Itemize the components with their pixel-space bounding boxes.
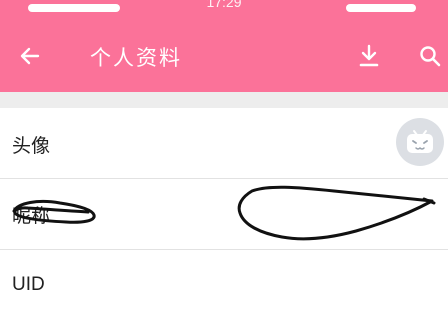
nickname-row[interactable]: 昵称 (0, 179, 448, 250)
app-header: 17:29 个人资料 (0, 0, 448, 92)
search-icon (420, 46, 441, 67)
avatar-label: 头像 (12, 135, 51, 157)
page-title: 个人资料 (90, 46, 182, 70)
nickname-label-scribble (12, 199, 96, 224)
download-button[interactable] (352, 40, 386, 72)
bilibili-tv-avatar-icon (407, 130, 433, 153)
uid-label: UID (12, 274, 45, 295)
uid-value-redaction (350, 276, 440, 292)
download-icon (359, 44, 379, 67)
section-gap (0, 92, 448, 108)
status-redaction-left (28, 4, 120, 12)
uid-row[interactable]: UID (0, 250, 448, 320)
avatar-row[interactable]: 头像 (0, 108, 448, 179)
nickname-value-scribble (237, 185, 436, 241)
back-button[interactable] (12, 40, 48, 72)
search-button[interactable] (413, 40, 447, 72)
status-redaction-right (346, 4, 416, 12)
avatar[interactable] (396, 118, 444, 166)
profile-list: 头像 昵称 UID (0, 92, 448, 320)
arrow-left-icon (20, 47, 40, 65)
